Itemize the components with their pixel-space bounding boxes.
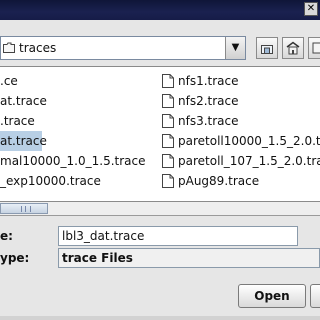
horizontal-scrollbar[interactable] — [0, 202, 320, 216]
file-item[interactable]: paretoll10000_1.5_2.0.trace — [162, 131, 320, 151]
file-item-selected[interactable]: at.trace — [0, 131, 47, 151]
cancel-button[interactable] — [310, 284, 320, 308]
file-name-field[interactable]: lbl3_dat.trace — [58, 226, 298, 246]
look-in-value: traces — [19, 41, 57, 55]
file-icon — [162, 174, 174, 188]
file-name-label: e: — [0, 229, 13, 243]
title-bar: ✕ — [0, 0, 320, 20]
file-item[interactable]: nfs3.trace — [162, 111, 312, 131]
file-icon — [162, 134, 174, 148]
file-icon — [162, 94, 174, 108]
view-button[interactable] — [308, 37, 320, 59]
look-in-combo[interactable]: traces ▼ — [0, 36, 246, 60]
open-button[interactable]: Open — [238, 284, 306, 308]
window-bottom-border — [0, 316, 320, 320]
list-view-icon — [312, 42, 320, 54]
close-button[interactable]: ✕ — [304, 2, 318, 16]
file-item[interactable]: _exp10000.trace — [0, 171, 140, 191]
scrollbar-thumb[interactable] — [0, 203, 48, 214]
up-folder-button[interactable] — [282, 37, 304, 59]
new-folder-icon — [286, 41, 300, 55]
file-item[interactable]: .trace — [0, 111, 120, 131]
folder-icon — [3, 42, 15, 53]
file-list[interactable]: .ce at.trace .trace at.trace mal10000_1.… — [0, 66, 320, 202]
file-item[interactable]: paretoll_107_1.5_2.0.trace — [162, 151, 320, 171]
file-item[interactable]: nfs1.trace — [162, 71, 312, 91]
chevron-down-icon[interactable]: ▼ — [225, 37, 245, 59]
file-item[interactable]: mal10000_1.0_1.5.trace — [0, 151, 146, 171]
file-type-label: ype: — [0, 251, 30, 265]
file-item[interactable]: at.trace — [0, 91, 120, 111]
home-button[interactable] — [256, 37, 278, 59]
home-icon — [261, 45, 273, 54]
file-icon — [162, 74, 174, 88]
grip-icon — [21, 206, 31, 212]
file-icon — [162, 154, 174, 168]
file-item[interactable]: nfs2.trace — [162, 91, 312, 111]
file-item[interactable]: .ce — [0, 71, 120, 91]
file-type-combo[interactable]: trace Files — [58, 248, 320, 268]
file-icon — [162, 114, 174, 128]
file-item[interactable]: pAug89.trace — [162, 171, 312, 191]
